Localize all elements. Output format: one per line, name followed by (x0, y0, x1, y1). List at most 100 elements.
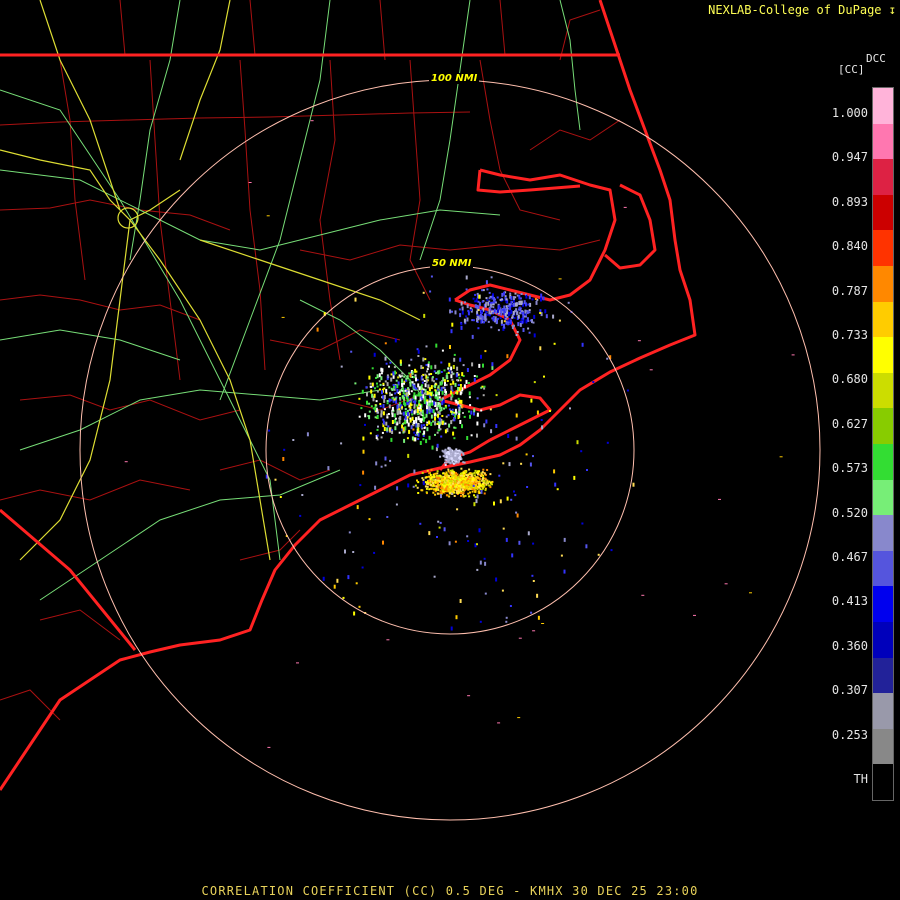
radar-echo (447, 475, 450, 477)
radar-echo (649, 369, 653, 371)
radar-echo (505, 537, 508, 542)
radar-echo (541, 623, 545, 624)
radar-echo (406, 409, 409, 412)
radar-echo (417, 416, 420, 421)
radar-echo (358, 397, 361, 400)
radar-echo (384, 456, 387, 461)
radar-echo (476, 292, 479, 295)
radar-echo (641, 594, 645, 596)
radar-echo (469, 404, 472, 407)
radar-echo (508, 462, 511, 467)
radar-echo (361, 566, 364, 569)
radar-echo (463, 318, 466, 323)
radar-echo (442, 472, 445, 475)
radar-echo (447, 404, 450, 407)
radar-echo (502, 308, 505, 311)
radar-echo (451, 322, 454, 327)
radar-echo (440, 435, 443, 438)
radar-echo (392, 371, 395, 376)
radar-echo (453, 353, 456, 356)
radar-echo (448, 362, 451, 367)
radar-echo (460, 391, 463, 394)
radar-echo (430, 385, 433, 390)
scale-color-segment (873, 301, 893, 338)
radar-echo (432, 491, 435, 494)
radar-echo (382, 540, 384, 545)
radar-echo (421, 477, 424, 480)
radar-echo (462, 412, 464, 414)
radar-echo (442, 399, 445, 404)
radar-echo (517, 314, 520, 319)
radar-echo (478, 528, 481, 533)
radar-echo (445, 452, 448, 455)
radar-echo (417, 427, 420, 432)
radar-echo (418, 392, 421, 395)
radar-echo (396, 486, 399, 491)
radar-echo (401, 372, 404, 375)
radar-echo (421, 381, 424, 384)
radar-echo (389, 399, 392, 402)
radar-echo (444, 489, 447, 491)
radar-echo (518, 637, 522, 639)
radar-echo (492, 306, 495, 309)
radar-echo (410, 425, 413, 430)
radar-echo (522, 328, 525, 332)
radar-echo (248, 182, 252, 183)
radar-echo (413, 384, 416, 389)
radar-echo (435, 378, 438, 381)
radar-echo (386, 427, 389, 432)
radar-echo (479, 317, 482, 320)
radar-echo (364, 413, 367, 418)
radar-echo (451, 371, 453, 374)
radar-echo (510, 296, 513, 300)
radar-echo (358, 605, 361, 608)
radar-echo (462, 495, 465, 498)
radar-echo (408, 378, 411, 381)
radar-echo (525, 319, 528, 324)
credit-line: NEXLAB-College of DuPage ↧ (708, 3, 896, 17)
radar-echo (407, 453, 410, 458)
radar-echo (519, 320, 522, 323)
radar-echo (505, 616, 508, 619)
radar-echo (519, 312, 522, 315)
radar-echo (409, 402, 412, 407)
radar-echo (486, 288, 489, 291)
radar-echo (488, 314, 491, 317)
radar-echo (380, 372, 383, 375)
radar-echo (347, 575, 350, 580)
color-scale-bar (872, 87, 894, 801)
radar-echo (372, 397, 375, 402)
scale-color-segment (873, 194, 893, 231)
radar-echo (469, 414, 471, 419)
radar-echo (462, 477, 465, 480)
scale-label: 0.253 (831, 727, 868, 742)
radar-echo (509, 292, 512, 295)
radar-echo (443, 477, 446, 480)
radar-echo (430, 365, 433, 370)
radar-echo (420, 418, 423, 421)
radar-echo (481, 315, 484, 318)
radar-echo (425, 413, 428, 418)
radar-echo (532, 542, 535, 545)
radar-echo (310, 120, 314, 122)
radar-echo (440, 361, 443, 364)
radar-echo (515, 413, 518, 418)
radar-echo (460, 472, 462, 475)
radar-echo (469, 472, 472, 475)
radar-echo (426, 399, 429, 402)
radar-echo (527, 303, 530, 306)
radar-echo (426, 370, 428, 373)
radar-echo (470, 410, 473, 415)
radar-echo (458, 449, 461, 452)
radar-echo (626, 389, 629, 392)
radar-echo (459, 313, 462, 318)
scale-color-segment (873, 88, 893, 124)
radar-echo (428, 373, 431, 376)
radar-echo (448, 495, 451, 498)
radar-echo (450, 396, 453, 401)
radar-echo (422, 438, 425, 441)
radar-echo (514, 494, 517, 497)
radar-echo (401, 383, 404, 387)
radar-echo (558, 278, 562, 280)
radar-echo (383, 387, 386, 390)
